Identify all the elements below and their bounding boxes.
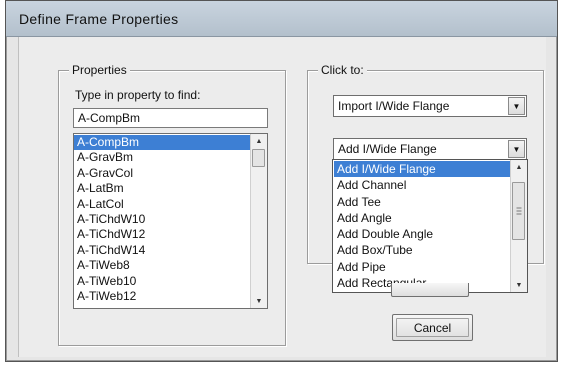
add-section-option[interactable]: Add Box/Tube bbox=[334, 242, 510, 258]
scrollbar-thumb[interactable] bbox=[512, 182, 525, 240]
properties-list-item[interactable]: A-TiChdW12 bbox=[74, 227, 250, 242]
add-section-option[interactable]: Add I/Wide Flange bbox=[334, 161, 510, 178]
scroll-up-icon[interactable]: ▲ bbox=[251, 134, 267, 148]
chevron-down-icon[interactable]: ▼ bbox=[508, 140, 525, 158]
add-section-combo[interactable]: Add I/Wide Flange ▼ bbox=[333, 138, 527, 160]
properties-list-item[interactable]: A-TiWeb12 bbox=[74, 289, 250, 304]
ok-button[interactable] bbox=[391, 283, 469, 297]
properties-list-item[interactable]: A-TiChdW10 bbox=[74, 212, 250, 227]
properties-list-item[interactable]: A-TiWeb10 bbox=[74, 274, 250, 289]
title-bar[interactable]: Define Frame Properties bbox=[6, 1, 557, 37]
add-section-value: Add I/Wide Flange bbox=[338, 142, 437, 156]
cancel-button[interactable]: Cancel bbox=[392, 314, 473, 341]
click-to-group-label: Click to: bbox=[318, 63, 367, 77]
add-section-option[interactable]: Add Angle bbox=[334, 210, 510, 226]
dialog-window: Define Frame Properties Properties Type … bbox=[5, 0, 558, 362]
grip-icon bbox=[516, 207, 521, 215]
properties-group: Properties Type in property to find: A-C… bbox=[58, 63, 286, 346]
properties-list-item[interactable]: A-LatBm bbox=[74, 181, 250, 196]
properties-list-item[interactable]: A-TiChdW14 bbox=[74, 243, 250, 258]
add-section-options: Add I/Wide Flange Add Channel Add Tee Add A… bbox=[334, 161, 510, 291]
add-section-option[interactable]: Add Pipe bbox=[334, 259, 510, 275]
find-property-label: Type in property to find: bbox=[75, 88, 201, 102]
cancel-button-focus: Cancel bbox=[396, 318, 469, 337]
add-section-option[interactable]: Add Tee bbox=[334, 194, 510, 210]
add-section-option[interactable]: Add Channel bbox=[334, 177, 510, 193]
dialog-client-area: Properties Type in property to find: A-C… bbox=[18, 37, 546, 357]
properties-list[interactable]: A-CompBm A-GravBm A-GravCol A-LatBm A-LatCol… bbox=[73, 133, 268, 309]
chevron-down-icon[interactable]: ▼ bbox=[508, 97, 525, 115]
scrollbar-thumb[interactable] bbox=[252, 149, 265, 167]
properties-scrollbar[interactable]: ▲ ▼ bbox=[250, 134, 267, 308]
import-section-combo[interactable]: Import I/Wide Flange ▼ bbox=[333, 95, 527, 117]
window-title: Define Frame Properties bbox=[19, 11, 179, 27]
scroll-down-icon[interactable]: ▼ bbox=[511, 278, 527, 292]
import-section-value: Import I/Wide Flange bbox=[338, 99, 450, 113]
properties-list-item[interactable]: A-TiWeb8 bbox=[74, 258, 250, 273]
scroll-up-icon[interactable]: ▲ bbox=[511, 160, 527, 174]
scroll-down-icon[interactable]: ▼ bbox=[251, 294, 267, 308]
add-section-option[interactable]: Add Double Angle bbox=[334, 226, 510, 242]
properties-list-item[interactable]: A-GravCol bbox=[74, 166, 250, 181]
add-section-dropdown[interactable]: Add I/Wide Flange Add Channel Add Tee Add A… bbox=[332, 159, 528, 293]
properties-list-item[interactable]: A-CompBm bbox=[74, 135, 250, 151]
cancel-button-label: Cancel bbox=[413, 320, 452, 335]
properties-list-item[interactable]: A-GravBm bbox=[74, 150, 250, 165]
properties-group-label: Properties bbox=[69, 63, 130, 77]
find-property-input[interactable]: A-CompBm bbox=[73, 108, 268, 128]
properties-list-item[interactable]: A-LatCol bbox=[74, 197, 250, 212]
properties-list-items: A-CompBm A-GravBm A-GravCol A-LatBm A-LatCol… bbox=[74, 135, 250, 304]
dropdown-scrollbar[interactable]: ▲ ▼ bbox=[510, 160, 527, 292]
